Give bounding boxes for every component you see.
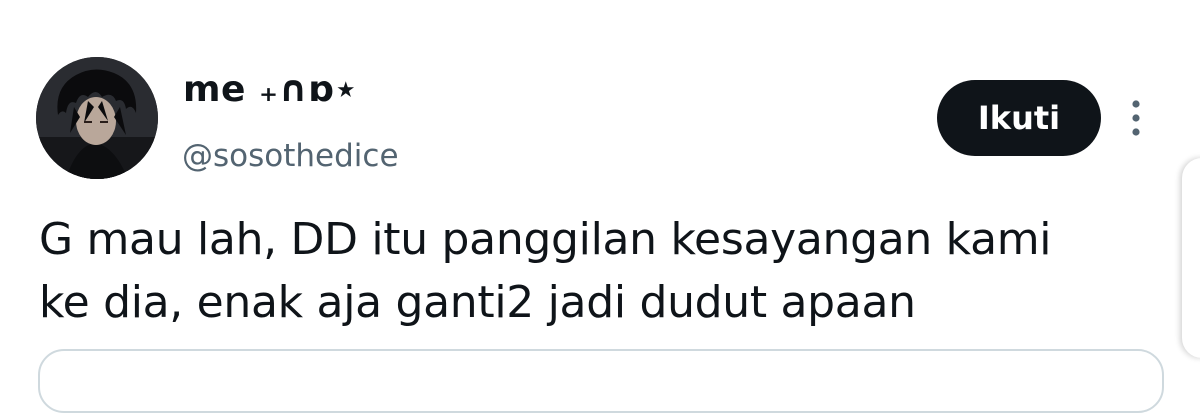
more-options-icon[interactable] bbox=[1124, 96, 1148, 140]
follow-button[interactable]: Ikuti bbox=[937, 80, 1101, 156]
avatar[interactable] bbox=[36, 57, 158, 179]
tweet-text: G mau lah, DD itu panggilan kesayangan k… bbox=[39, 208, 1159, 334]
author-handle[interactable]: @sosothedice bbox=[182, 135, 399, 177]
tweet-text-line: ke dia, enak aja ganti2 jadi dudut apaan bbox=[39, 277, 916, 328]
tweet-text-line: G mau lah, DD itu panggilan kesayangan k… bbox=[39, 214, 1052, 265]
avatar-image bbox=[36, 57, 158, 179]
quoted-tweet-card[interactable] bbox=[38, 349, 1164, 413]
author-display-name[interactable]: me ₊∩ɒ⋆ bbox=[183, 66, 358, 114]
side-panel-edge bbox=[1182, 158, 1200, 358]
